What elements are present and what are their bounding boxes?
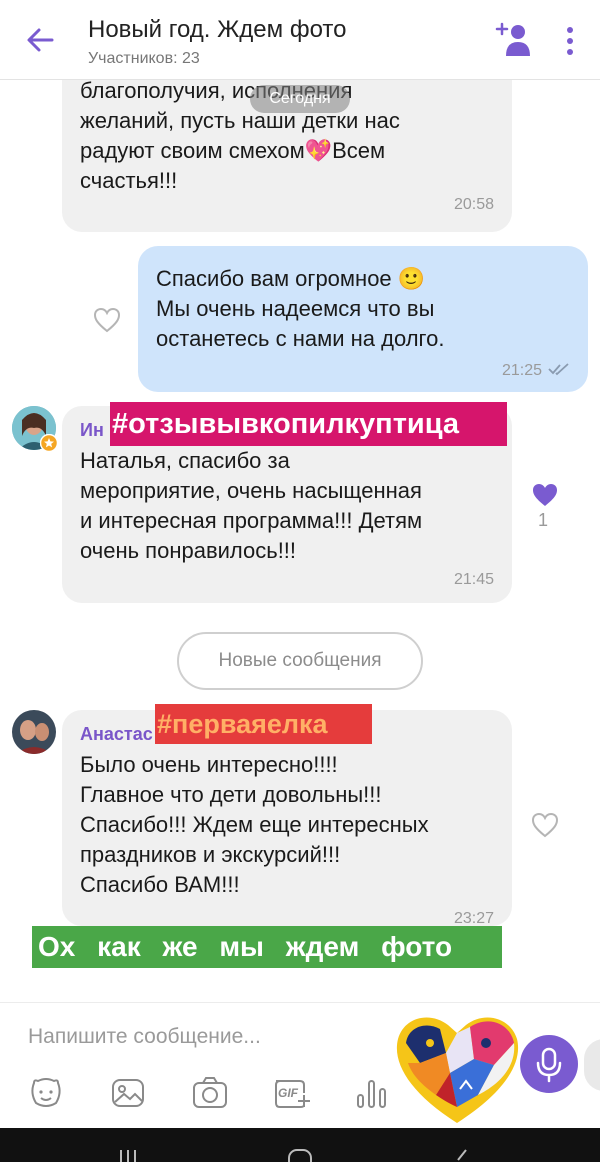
message-text: Наталья, спасибо за мероприятие, очень н… [80,448,423,563]
gif-icon[interactable]: GIF [270,1073,312,1113]
system-navigation-bar [0,1128,600,1162]
sticker-icon[interactable] [26,1073,66,1113]
message-text: Спасибо вам огромное 🙂 Мы очень надеемся… [156,266,445,351]
date-separator: Сегодня [250,85,350,113]
chat-header: Новый год. Ждем фото Участников: 23 [0,0,600,80]
sender-name[interactable]: Ин [80,420,104,441]
message-composer: Напишите сообщение... GIF [0,1002,600,1128]
add-participant-icon[interactable] [494,20,534,60]
gallery-icon[interactable] [108,1073,148,1113]
microphone-icon [536,1047,562,1083]
camera-icon[interactable] [190,1073,230,1113]
admin-star-badge [40,434,58,452]
hashtag-overlay: #отзывывкопилкуптица [110,402,507,446]
avatar-photo [12,710,56,754]
message-text: Было очень интересно!!!! Главное что дет… [80,752,429,897]
message-list[interactable]: благополучия, исполнения желаний, пусть … [0,80,600,1002]
recent-apps-icon[interactable] [118,1148,138,1162]
decorative-heart-sticker [396,1017,519,1123]
voice-message-button[interactable] [520,1035,578,1093]
like-heart-icon[interactable] [531,812,559,838]
participants-count[interactable]: Участников: 23 [88,50,200,68]
avatar[interactable] [12,710,56,754]
like-heart-icon[interactable] [93,307,121,333]
chat-title[interactable]: Новый год. Ждем фото [88,16,346,44]
liked-heart-icon[interactable] [531,482,559,508]
gif-label: GIF [278,1086,298,1100]
sender-name[interactable]: Анастас [80,724,153,745]
like-count: 1 [538,510,549,530]
back-nav-icon[interactable] [452,1148,472,1162]
message-bubble[interactable]: Спасибо вам огромное 🙂 Мы очень надеемся… [138,246,588,392]
message-time: 21:45 [453,571,494,588]
new-messages-divider[interactable]: Новые сообщения [177,632,423,690]
read-check-icon [548,363,569,376]
message-text: благополучия, исполнения желаний, пусть … [80,80,400,193]
composer-edge-shape [584,1039,600,1091]
message-time: 21:25 [501,362,542,379]
caption-overlay: Ох как же мы ждем фото [32,926,502,968]
arrow-left-icon[interactable] [22,22,58,58]
more-vertical-icon[interactable] [558,24,582,58]
message-time: 20:58 [453,196,494,213]
hashtag-overlay: #перваяелка [155,704,372,744]
voice-wave-icon[interactable] [352,1073,392,1113]
home-icon[interactable] [287,1148,313,1162]
message-input[interactable]: Напишите сообщение... [28,1025,261,1049]
